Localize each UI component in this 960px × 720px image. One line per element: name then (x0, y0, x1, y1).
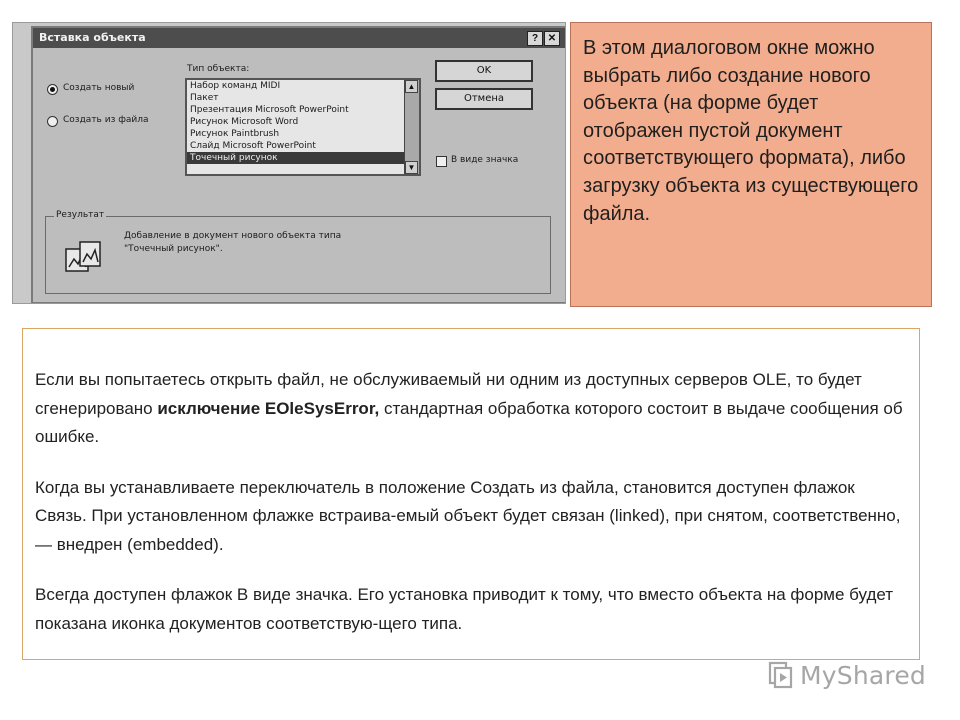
dialog-title: Вставка объекта (33, 28, 565, 48)
insert-object-dialog: Вставка объекта ? ✕ Создать новый Создат… (31, 26, 565, 303)
cancel-button[interactable]: Отмена (435, 88, 533, 110)
watermark-text: MyShared (800, 660, 926, 690)
list-item[interactable]: Слайд Microsoft PowerPoint (187, 140, 419, 152)
result-text-line1: Добавление в документ нового объекта тип… (124, 231, 342, 241)
slide: Вставка объекта ? ✕ Создать новый Создат… (0, 0, 960, 720)
radio-create-from-file[interactable] (47, 116, 58, 127)
result-text-line2: "Точечный рисунок". (124, 244, 223, 254)
watermark: MyShared (766, 660, 926, 690)
myshared-logo-icon (768, 661, 793, 689)
scroll-down-icon[interactable]: ▼ (405, 161, 418, 174)
paragraph-1: Если вы попытаетесь открыть файл, не обс… (35, 366, 909, 452)
list-item[interactable]: Рисунок Microsoft Word (187, 116, 419, 128)
list-item[interactable]: Презентация Microsoft PowerPoint (187, 104, 419, 116)
object-type-label: Тип объекта: (187, 64, 250, 74)
close-button[interactable]: ✕ (544, 31, 560, 46)
as-icon-checkbox[interactable] (436, 156, 447, 167)
list-item-selected[interactable]: Точечный рисунок (187, 152, 419, 164)
dialog-screenshot: Вставка объекта ? ✕ Создать новый Создат… (12, 22, 566, 304)
paragraph-2: Когда вы устанавливаете переключатель в … (35, 477, 901, 554)
picture-icon (65, 241, 101, 272)
ok-button[interactable]: OK (435, 60, 533, 82)
object-type-list[interactable]: Набор команд MIDI Пакет Презентация Micr… (185, 78, 421, 176)
as-icon-label: В виде значка (451, 155, 519, 165)
list-item[interactable]: Рисунок Paintbrush (187, 128, 419, 140)
radio-create-from-file-label: Создать из файла (63, 115, 149, 125)
callout-text: В этом диалоговом окне можно выбрать либ… (583, 37, 919, 225)
radio-create-new-label: Создать новый (63, 83, 135, 93)
paragraph-1-bold: исключение EOleSysError, (157, 398, 380, 418)
list-item[interactable]: Набор команд MIDI (187, 80, 419, 92)
help-button[interactable]: ? (527, 31, 543, 46)
paragraph-3: Всегда доступен флажок В виде значка. Ег… (35, 585, 894, 633)
callout-box: В этом диалоговом окне можно выбрать либ… (570, 22, 932, 307)
result-group: Результат Добавление в документ нового о… (45, 210, 551, 294)
result-label: Результат (54, 210, 107, 220)
list-item[interactable]: Пакет (187, 92, 419, 104)
scroll-up-icon[interactable]: ▲ (405, 80, 418, 93)
radio-create-new[interactable] (47, 84, 58, 95)
text-box: Если вы попытаетесь открыть файл, не обс… (22, 328, 920, 660)
list-scrollbar[interactable]: ▲ ▼ (404, 80, 419, 174)
